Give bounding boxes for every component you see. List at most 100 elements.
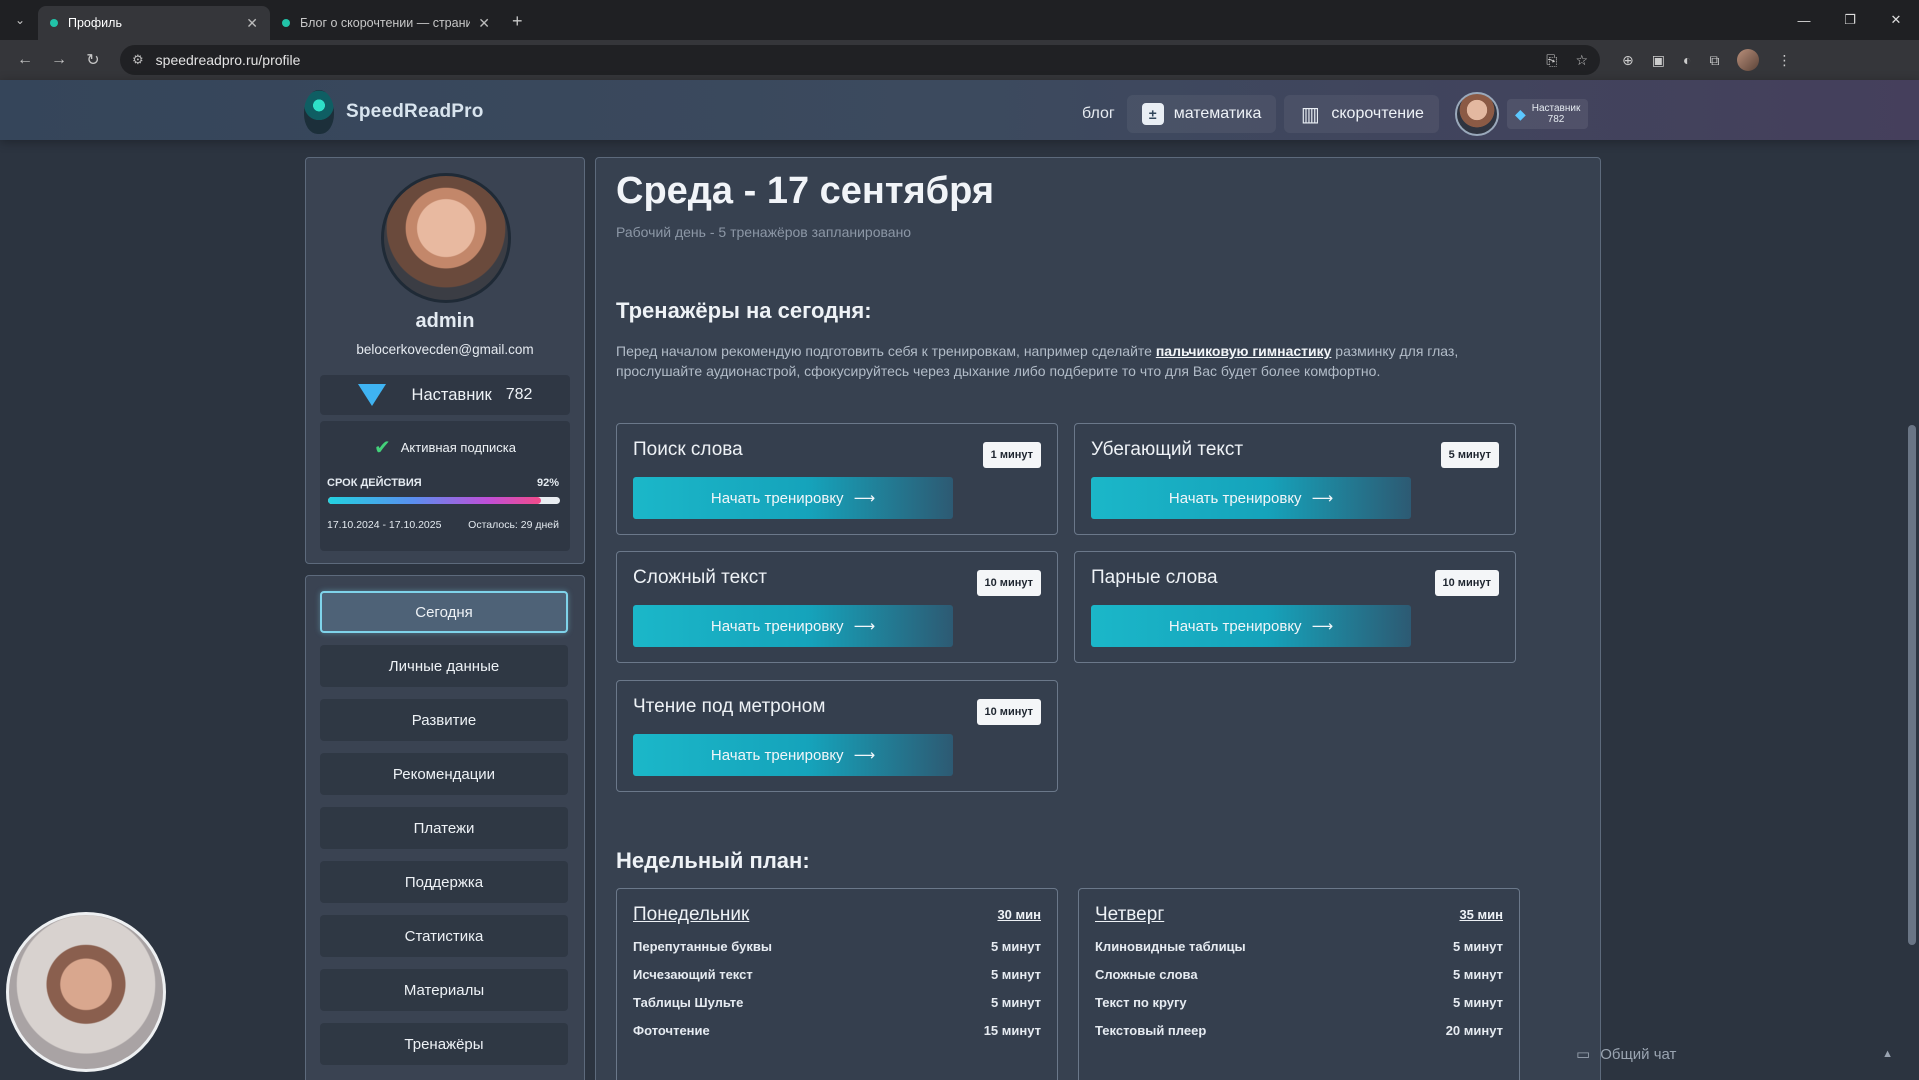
trainer-name: Сложный текст: [633, 567, 767, 588]
start-training-button[interactable]: Начать тренировку ⟶: [1091, 477, 1411, 519]
validity-label: СРОК ДЕЙСТВИЯ: [327, 477, 422, 489]
browser-tab-profile[interactable]: Профиль ✕: [38, 6, 270, 40]
chat-icon: ▭: [1576, 1046, 1591, 1063]
plan-item-name: Клиновидные таблицы: [1095, 939, 1246, 954]
site-info-icon[interactable]: ⚙: [132, 52, 144, 68]
subscription-remaining: Осталось: 29 дней: [468, 519, 559, 531]
nav-speedreading-label: скорочтение: [1331, 105, 1424, 122]
nav-speedreading-button[interactable]: ▥ скорочтение: [1284, 95, 1439, 133]
calculator-icon: ±: [1141, 103, 1164, 125]
menu-item-personal-data[interactable]: Личные данные: [320, 645, 568, 687]
rank-points: 782: [505, 386, 533, 403]
site-logo[interactable]: SpeedReadPro: [304, 90, 484, 134]
plan-item-name: Таблицы Шульте: [633, 995, 744, 1010]
close-tab-icon[interactable]: ✕: [478, 15, 490, 32]
logo-icon: [304, 90, 334, 134]
rank-label: Наставник: [411, 385, 492, 404]
forward-icon[interactable]: →: [44, 45, 74, 75]
close-window-icon[interactable]: ✕: [1873, 0, 1919, 40]
plan-row: Исчезающий текст 5 минут: [633, 967, 1041, 982]
nav-blog-link[interactable]: блог: [1082, 105, 1115, 123]
rank-chip[interactable]: ◆ Наставник 782: [1506, 99, 1589, 129]
restore-icon[interactable]: ❐: [1827, 0, 1873, 40]
rank-chip-label: Наставник: [1531, 103, 1581, 114]
plan-item-name: Перепутанные буквы: [633, 939, 772, 954]
week-day-card: Четверг 35 мин Клиновидные таблицы 5 мину…: [1078, 888, 1520, 1080]
duration-badge: 5 минут: [1440, 442, 1499, 468]
plan-row: Таблицы Шульте 5 минут: [633, 995, 1041, 1010]
reload-icon[interactable]: ↻: [78, 45, 108, 75]
plan-item-duration: 5 минут: [1452, 967, 1503, 982]
tab-search-icon[interactable]: ⌄: [8, 8, 32, 32]
trainer-card: Парные слова 10 минут Начать тренировку …: [1074, 551, 1516, 663]
browser-menu-icon[interactable]: ⋮: [1777, 52, 1791, 69]
menu-item-materials[interactable]: Материалы: [320, 969, 568, 1011]
username: admin: [415, 310, 475, 332]
extension-icon[interactable]: ◐: [1683, 52, 1691, 68]
start-training-button[interactable]: Начать тренировку ⟶: [633, 734, 953, 776]
start-training-button[interactable]: Начать тренировку ⟶: [633, 605, 953, 647]
start-training-label: Начать тренировку: [710, 489, 844, 507]
plan-item-name: Фоточтение: [633, 1023, 710, 1038]
user-avatar[interactable]: [1454, 92, 1499, 136]
extensions-puzzle-icon[interactable]: ⧉: [1709, 52, 1719, 69]
plan-row: Клиновидные таблицы 5 минут: [1095, 939, 1503, 954]
browser-toolbar: ← → ↻ ⚙ speedreadpro.ru/profile ⎘ ☆ ⊕ ▣ …: [0, 40, 1919, 80]
profile-card: admin belocerkovecden@gmail.com Наставни…: [305, 157, 585, 564]
menu-item-statistics[interactable]: Статистика: [320, 915, 568, 957]
trainer-name: Поиск слова: [633, 439, 743, 460]
menu-item-development[interactable]: Развитие: [320, 699, 568, 741]
trainers-heading: Тренажёры на сегодня:: [616, 298, 872, 323]
arrow-right-icon: ⟶: [1311, 618, 1334, 635]
new-tab-icon[interactable]: +: [512, 11, 523, 32]
start-training-label: Начать тренировку: [1168, 617, 1302, 635]
translate-icon[interactable]: ▣: [1652, 52, 1665, 69]
chat-label: Общий чат: [1600, 1045, 1677, 1063]
rank-chip-points: 782: [1547, 114, 1565, 125]
tab-title: Профиль: [68, 16, 122, 30]
menu-item-support[interactable]: Поддержка: [320, 861, 568, 903]
page-scrollbar[interactable]: [1905, 140, 1919, 1080]
logo-text: SpeedReadPro: [346, 101, 484, 122]
trainer-name: Чтение под метроном: [633, 696, 826, 717]
validity-progress-bar: [328, 497, 560, 504]
finger-gymnastics-link[interactable]: пальчиковую гимнастику: [1156, 343, 1332, 359]
page-subtitle: Рабочий день - 5 тренажёров запланирован…: [616, 224, 912, 240]
close-tab-icon[interactable]: ✕: [246, 15, 258, 32]
scrollbar-thumb[interactable]: [1908, 425, 1916, 945]
menu-item-recommendations[interactable]: Рекомендации: [320, 753, 568, 795]
duration-badge: 1 минут: [982, 442, 1041, 468]
week-day-card: Понедельник 30 мин Перепутанные буквы 5 м…: [616, 888, 1058, 1080]
trainer-name: Парные слова: [1091, 567, 1218, 588]
menu-item-today[interactable]: Сегодня: [320, 591, 568, 633]
plan-item-name: Текст по кругу: [1095, 995, 1187, 1010]
nav-math-button[interactable]: ± математика: [1126, 95, 1277, 133]
start-training-label: Начать тренировку: [710, 617, 844, 635]
minimize-icon[interactable]: —: [1781, 0, 1827, 40]
plan-item-name: Исчезающий текст: [633, 967, 753, 982]
menu-item-trainers[interactable]: Тренажёры: [320, 1023, 568, 1065]
page-title: Среда - 17 сентября: [616, 170, 994, 212]
start-training-button[interactable]: Начать тренировку ⟶: [1091, 605, 1411, 647]
start-training-button[interactable]: Начать тренировку ⟶: [633, 477, 953, 519]
validity-percent: 92%: [536, 477, 559, 489]
favicon-icon: [282, 19, 290, 27]
trainer-card: Сложный текст 10 минут Начать тренировку…: [616, 551, 1058, 663]
browser-tab-blog[interactable]: Блог о скорочтении — страни ✕: [270, 6, 502, 40]
install-app-icon[interactable]: ⎘: [1546, 52, 1557, 69]
browser-profile-avatar[interactable]: [1737, 49, 1760, 71]
duration-badge: 10 минут: [976, 570, 1041, 596]
week-day-link[interactable]: Четверг: [1095, 904, 1164, 926]
general-chat-widget[interactable]: ▭ Общий чат ▲: [1556, 1036, 1919, 1072]
chevron-up-icon[interactable]: ▲: [1882, 1048, 1893, 1060]
week-day-link[interactable]: Понедельник: [633, 904, 749, 926]
address-bar[interactable]: ⚙ speedreadpro.ru/profile ⎘ ☆: [120, 45, 1600, 75]
subscription-period: 17.10.2024 - 17.10.2025: [327, 519, 442, 531]
bookmark-star-icon[interactable]: ☆: [1575, 52, 1588, 69]
week-day-total: 35 мин: [1459, 907, 1503, 922]
menu-item-payments[interactable]: Платежи: [320, 807, 568, 849]
trainer-name: Убегающий текст: [1091, 439, 1244, 460]
extension-add-icon[interactable]: ⊕: [1622, 52, 1634, 69]
back-icon[interactable]: ←: [10, 45, 40, 75]
plan-row: Текст по кругу 5 минут: [1095, 995, 1503, 1010]
